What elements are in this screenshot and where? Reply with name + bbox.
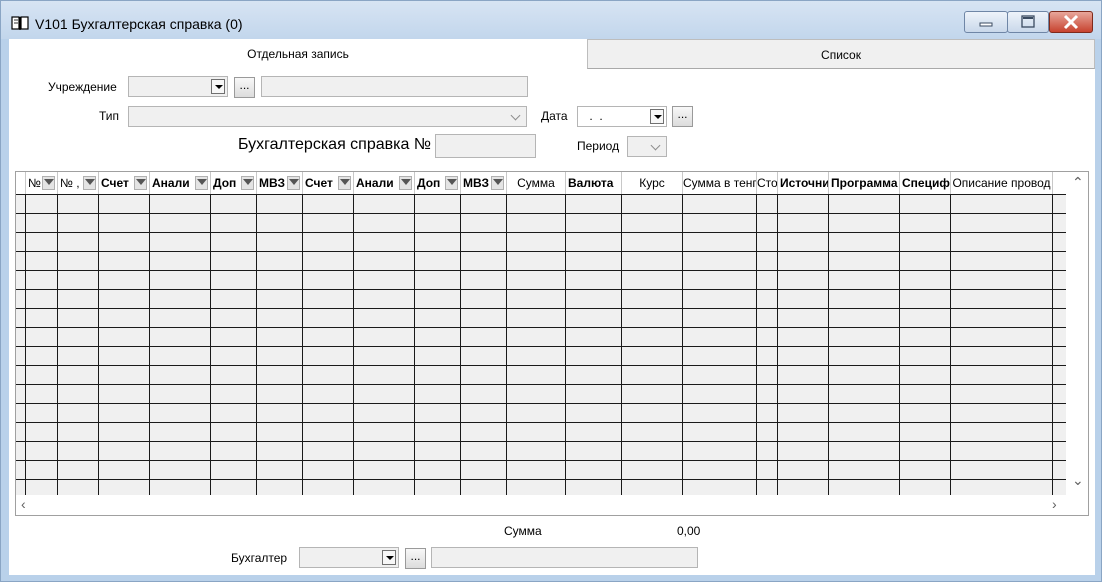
grid-column-header-label: № , xyxy=(60,176,80,190)
grid-header: № № , Счет Анали Доп МВЗ Счет Анали Доп МВЗ Сумма В… xyxy=(16,172,1066,194)
grid-column-header-label: Анали xyxy=(152,176,190,190)
institution-name-field xyxy=(261,76,528,97)
grid-column-header[interactable]: Валюта xyxy=(566,172,622,194)
grid-column-header[interactable]: Счет xyxy=(303,172,354,194)
grid-column-header[interactable]: Программа xyxy=(829,172,900,194)
date-browse-button[interactable]: ... xyxy=(672,106,693,127)
grid-column-header[interactable]: МВЗ xyxy=(461,172,507,194)
grid-column-header-label: МВЗ xyxy=(259,176,286,190)
grid-column-header[interactable]: Курс xyxy=(622,172,683,194)
form-client-area: Отдельная запись Список Учреждение ... Т… xyxy=(9,39,1095,575)
grid-column-header-label: МВЗ xyxy=(463,176,490,190)
grid-column-header[interactable]: Описание провод xyxy=(951,172,1053,194)
grid-body[interactable] xyxy=(16,194,1066,495)
grid-column-header-label: Источни xyxy=(780,176,829,190)
entries-grid[interactable]: № № , Счет Анали Доп МВЗ Счет Анали Доп МВЗ Сумма В… xyxy=(15,171,1089,516)
title-bar[interactable]: V101 Бухгалтерская справка (0) xyxy=(1,1,1101,39)
chevron-down-icon[interactable] xyxy=(382,550,396,565)
horizontal-scrollbar[interactable]: ‹ › xyxy=(16,495,1088,515)
grid-lines xyxy=(16,194,1066,495)
chevron-left-icon[interactable]: ‹ xyxy=(21,496,26,512)
doc-number-field[interactable] xyxy=(435,134,536,158)
grid-column-header[interactable]: Анали xyxy=(150,172,211,194)
grid-column-header-label: № xyxy=(28,176,41,190)
window-title: V101 Бухгалтерская справка (0) xyxy=(35,16,243,32)
maximize-icon xyxy=(1021,15,1035,28)
grid-column-header[interactable]: Сумма в тенг xyxy=(683,172,757,194)
filter-icon[interactable] xyxy=(134,176,147,190)
filter-icon[interactable] xyxy=(42,176,55,190)
grid-column-header[interactable]: Счет xyxy=(99,172,150,194)
grid-column-header-label: Программа xyxy=(831,176,898,190)
grid-column-header[interactable]: Доп xyxy=(415,172,461,194)
grid-column-header[interactable]: МВЗ xyxy=(257,172,303,194)
maximize-button[interactable] xyxy=(1007,11,1049,33)
chevron-right-icon[interactable]: › xyxy=(1052,496,1057,512)
chevron-down-icon[interactable] xyxy=(510,109,524,124)
filter-icon[interactable] xyxy=(287,176,300,190)
grid-column-header[interactable]: Анали xyxy=(354,172,415,194)
tab-single-record[interactable]: Отдельная запись xyxy=(9,39,587,69)
date-value: . . xyxy=(586,109,603,123)
chevron-up-icon[interactable]: ⌃ xyxy=(1072,174,1084,191)
filter-icon[interactable] xyxy=(399,176,412,190)
grid-column-header[interactable]: № , xyxy=(58,172,99,194)
date-picker[interactable]: . . xyxy=(577,106,667,127)
period-combo[interactable] xyxy=(627,136,667,157)
grid-column-header[interactable]: Специф xyxy=(900,172,951,194)
chevron-down-icon[interactable]: ⌄ xyxy=(1072,472,1084,489)
institution-combo[interactable] xyxy=(128,76,228,97)
accountant-browse-button[interactable]: ... xyxy=(405,548,426,569)
close-button[interactable] xyxy=(1049,11,1093,33)
minimize-icon xyxy=(979,22,993,27)
grid-column-header-label: Сумма xyxy=(517,176,555,190)
grid-column-header-label: Анали xyxy=(356,176,394,190)
filter-icon[interactable] xyxy=(445,176,458,190)
minimize-button[interactable] xyxy=(964,11,1008,33)
sum-value: 0,00 xyxy=(677,524,701,538)
grid-column-header-label: Описание провод xyxy=(952,176,1051,190)
grid-column-header-label: Доп xyxy=(417,176,441,190)
chevron-down-icon[interactable] xyxy=(211,79,225,94)
grid-column-header-label: Курс xyxy=(639,176,665,190)
grid-column-header-label: Сто xyxy=(757,176,778,190)
grid-column-header[interactable]: Доп xyxy=(211,172,257,194)
type-label: Тип xyxy=(99,109,120,123)
type-combo[interactable] xyxy=(128,106,527,127)
institution-browse-button[interactable]: ... xyxy=(234,77,255,98)
chevron-down-icon[interactable] xyxy=(650,139,664,154)
grid-column-header-label: Доп xyxy=(213,176,237,190)
date-label: Дата xyxy=(541,109,568,123)
grid-column-header[interactable]: Сумма xyxy=(507,172,566,194)
institution-label: Учреждение xyxy=(48,80,117,94)
close-icon xyxy=(1063,14,1079,30)
filter-icon[interactable] xyxy=(83,176,96,190)
filter-icon[interactable] xyxy=(491,176,504,190)
grid-column-header[interactable]: № xyxy=(26,172,58,194)
vertical-scrollbar[interactable]: ⌃ ⌄ xyxy=(1066,172,1088,495)
grid-column-header-label: Счет xyxy=(305,176,333,190)
sum-label: Сумма xyxy=(504,524,542,538)
chevron-down-icon[interactable] xyxy=(650,109,664,124)
accountant-combo[interactable] xyxy=(299,547,399,568)
tab-list[interactable]: Список xyxy=(587,39,1095,69)
accountant-label: Бухгалтер xyxy=(231,551,288,565)
book-icon xyxy=(11,16,29,30)
application-window: V101 Бухгалтерская справка (0) Отдельная… xyxy=(0,0,1102,582)
grid-column-header[interactable]: Источни xyxy=(778,172,829,194)
grid-column-header-label: Специф xyxy=(902,176,950,190)
grid-column-header-label: Счет xyxy=(101,176,129,190)
doc-number-label: Бухгалтерская справка № xyxy=(238,136,431,153)
grid-column-header-label: Сумма в тенг xyxy=(683,176,757,190)
grid-column-header[interactable]: Сто xyxy=(757,172,778,194)
filter-icon[interactable] xyxy=(195,176,208,190)
filter-icon[interactable] xyxy=(241,176,254,190)
period-label: Период xyxy=(577,139,620,153)
grid-column-header-label: Валюта xyxy=(568,176,614,190)
grid-row-marker-header xyxy=(16,172,26,194)
filter-icon[interactable] xyxy=(338,176,351,190)
accountant-name-field xyxy=(431,547,698,568)
